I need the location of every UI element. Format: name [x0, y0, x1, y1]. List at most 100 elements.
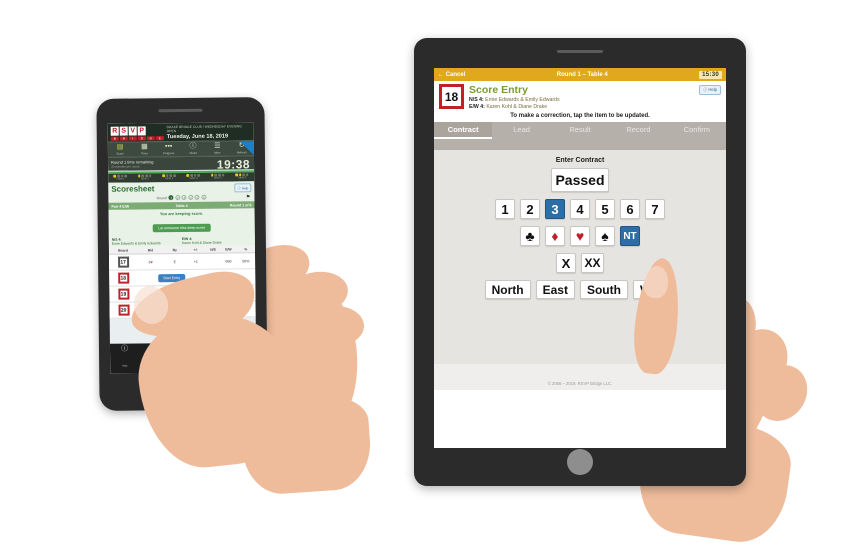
- toolbar-item-progress[interactable]: ••• Progress: [156, 142, 180, 156]
- transfer-scorekeeper-button[interactable]: Let someone else keep score: [152, 223, 212, 233]
- table-name: Table 3: [164, 177, 174, 181]
- cell-ew: [220, 301, 238, 318]
- rsvp-logo: R S V P B R I D G E: [110, 125, 164, 141]
- ew-pair-line: E/W 4: Karen Kohl & Diane Drake: [469, 104, 721, 110]
- level-button-7[interactable]: 7: [645, 199, 665, 219]
- flag-icon[interactable]: ⚑: [246, 194, 251, 200]
- logo-sub-letter: R: [119, 136, 128, 141]
- nav-item-more[interactable]: ☰ More: [198, 345, 227, 371]
- cell-ns: [206, 285, 221, 302]
- board-number-badge: 18: [439, 84, 464, 109]
- ns-names: Ernie Edwards & Emily Edwards: [485, 97, 560, 103]
- cell-action[interactable]: Start Entry: [137, 301, 207, 319]
- phone-help-button[interactable]: ⓘ Help: [234, 183, 252, 193]
- tab-confirm[interactable]: Confirm: [668, 122, 726, 139]
- cell-action[interactable]: Start Entry: [137, 285, 207, 303]
- nav-item-share[interactable]: ❮ Share: [139, 345, 168, 371]
- level-button-1[interactable]: 1: [495, 199, 515, 219]
- strain-button-row: ♣ ♦ ♥ ♠ NT: [434, 226, 726, 246]
- contract-entry-panel: Enter Contract Passed 1 2 3 4 5 6 7 ♣ ♦ …: [434, 150, 726, 364]
- nav-item-help[interactable]: ⓘ Help: [110, 345, 139, 371]
- ns-label: N/S 4:: [469, 97, 484, 103]
- round-label: Round: [156, 195, 167, 200]
- level-button-5[interactable]: 5: [595, 199, 615, 219]
- diamonds-button[interactable]: ♦: [545, 226, 565, 246]
- nav-item-queue[interactable]: ♟ Queue: [227, 344, 256, 370]
- tab-contract[interactable]: Contract: [434, 122, 493, 139]
- phone-home-button[interactable]: [168, 368, 199, 400]
- double-button[interactable]: X: [556, 253, 576, 273]
- phone-round-timer: Round 1 time remaining 20 minutes per ro…: [107, 156, 255, 172]
- toolbar-item-timer[interactable]: ▦ Timer: [132, 142, 156, 156]
- round-clock: 19:38: [216, 157, 251, 172]
- session-date: Tuesday, June 18, 2019: [166, 133, 229, 141]
- tablet-screen: ← Cancel Round 1 – Table 4 15:30 18 Scor…: [434, 68, 726, 448]
- score-icon: ▤: [116, 143, 124, 151]
- start-entry-button[interactable]: Start Entry: [158, 305, 186, 314]
- logo-sub-letter: I: [128, 135, 137, 141]
- level-button-3[interactable]: 3: [545, 199, 565, 219]
- cancel-button[interactable]: ← Cancel: [438, 72, 465, 78]
- level-button-4[interactable]: 4: [570, 199, 590, 219]
- tab-result[interactable]: Result: [551, 122, 609, 139]
- table-name: Table 6: [237, 176, 247, 180]
- tab-record[interactable]: Record: [609, 122, 667, 139]
- table-row[interactable]: 17 6♥ E +1 650 50%: [108, 252, 256, 271]
- declarer-north-button[interactable]: North: [484, 280, 531, 299]
- toolbar-label: Progress: [163, 151, 175, 156]
- logo-sub-letter: G: [146, 135, 155, 140]
- declarer-east-button[interactable]: East: [535, 280, 575, 299]
- info-table: Table 4: [175, 203, 188, 208]
- hearts-button[interactable]: ♥: [570, 226, 590, 246]
- share-back-icon: ❮: [150, 345, 157, 353]
- phone-scoresheet: Scoresheet ⓘ Help Round 123456 ⚑ Pair 4 …: [108, 181, 256, 319]
- declarer-south-button[interactable]: South: [579, 280, 628, 299]
- logo-letter: R: [110, 126, 119, 136]
- tab-lead[interactable]: Lead: [492, 122, 550, 139]
- help-label: Help: [708, 87, 717, 92]
- table-name: Table 1: [116, 177, 125, 181]
- table-row[interactable]: 18 Start Entry: [109, 268, 256, 287]
- tablet-help-button[interactable]: ⓘ Help: [699, 85, 721, 95]
- level-button-6[interactable]: 6: [620, 199, 640, 219]
- toolbar-item-more[interactable]: ☰ More: [205, 141, 229, 155]
- ns-names: Ernie Edwards & Emily Edwards: [111, 241, 161, 246]
- tablet-status-bar: ← Cancel Round 1 – Table 4 15:30: [434, 68, 726, 81]
- notrump-button[interactable]: NT: [620, 226, 640, 246]
- cell-ew: 650: [220, 253, 237, 270]
- toolbar-item-about[interactable]: ⓘ About: [181, 142, 205, 156]
- toolbar-item-score[interactable]: ▤ Score: [108, 143, 132, 157]
- passed-button[interactable]: Passed: [551, 168, 609, 192]
- nav-item-contact[interactable]: ✆ Contact Us: [168, 345, 197, 371]
- spades-button[interactable]: ♠: [595, 226, 615, 246]
- entry-step-tabs[interactable]: Contract Lead Result Record Confirm: [434, 122, 726, 139]
- declarer-west-button[interactable]: West: [632, 280, 676, 299]
- table-status: Table 6: [230, 173, 254, 180]
- clubs-button[interactable]: ♣: [520, 226, 540, 246]
- cell-pct: [236, 284, 256, 302]
- back-arrow-icon: ←: [438, 71, 444, 78]
- logo-letter: P: [137, 125, 146, 135]
- toolbar-label: Score: [116, 151, 124, 156]
- phone-club-block: DRAKE BRIDGE CLUB / WEDNESDAY EVENING OP…: [167, 124, 251, 140]
- table-row[interactable]: 20 Start Entry: [109, 300, 256, 319]
- tab-underbar: [434, 139, 726, 150]
- level-button-2[interactable]: 2: [520, 199, 540, 219]
- cell-plusminus: +1: [185, 253, 207, 270]
- phone-icon-toolbar[interactable]: ▤ Score ▦ Timer ••• Progress ⓘ About ☰ M…: [107, 140, 254, 158]
- logo-letter: S: [119, 126, 128, 136]
- tablet-home-button[interactable]: [567, 449, 593, 475]
- start-entry-button[interactable]: Start Entry: [158, 289, 186, 298]
- toolbar-label: Timer: [140, 151, 148, 156]
- table-row[interactable]: 19 Start Entry: [109, 284, 256, 303]
- start-entry-button[interactable]: Start Entry: [158, 273, 186, 282]
- cell-action[interactable]: Start Entry: [137, 269, 207, 287]
- redouble-button[interactable]: XX: [581, 253, 604, 273]
- nav-label: Contact Us: [176, 363, 190, 368]
- correction-note: To make a correction, tap the item to be…: [434, 112, 726, 122]
- phone-app-header: R S V P B R I D G E DRAKE BRIDGE CLUB / …: [107, 122, 254, 142]
- left-pinky-finger: [308, 306, 364, 346]
- double-button-row: X XX: [434, 253, 726, 273]
- hamburger-icon: ☰: [209, 344, 216, 352]
- cell-by: E: [164, 253, 186, 270]
